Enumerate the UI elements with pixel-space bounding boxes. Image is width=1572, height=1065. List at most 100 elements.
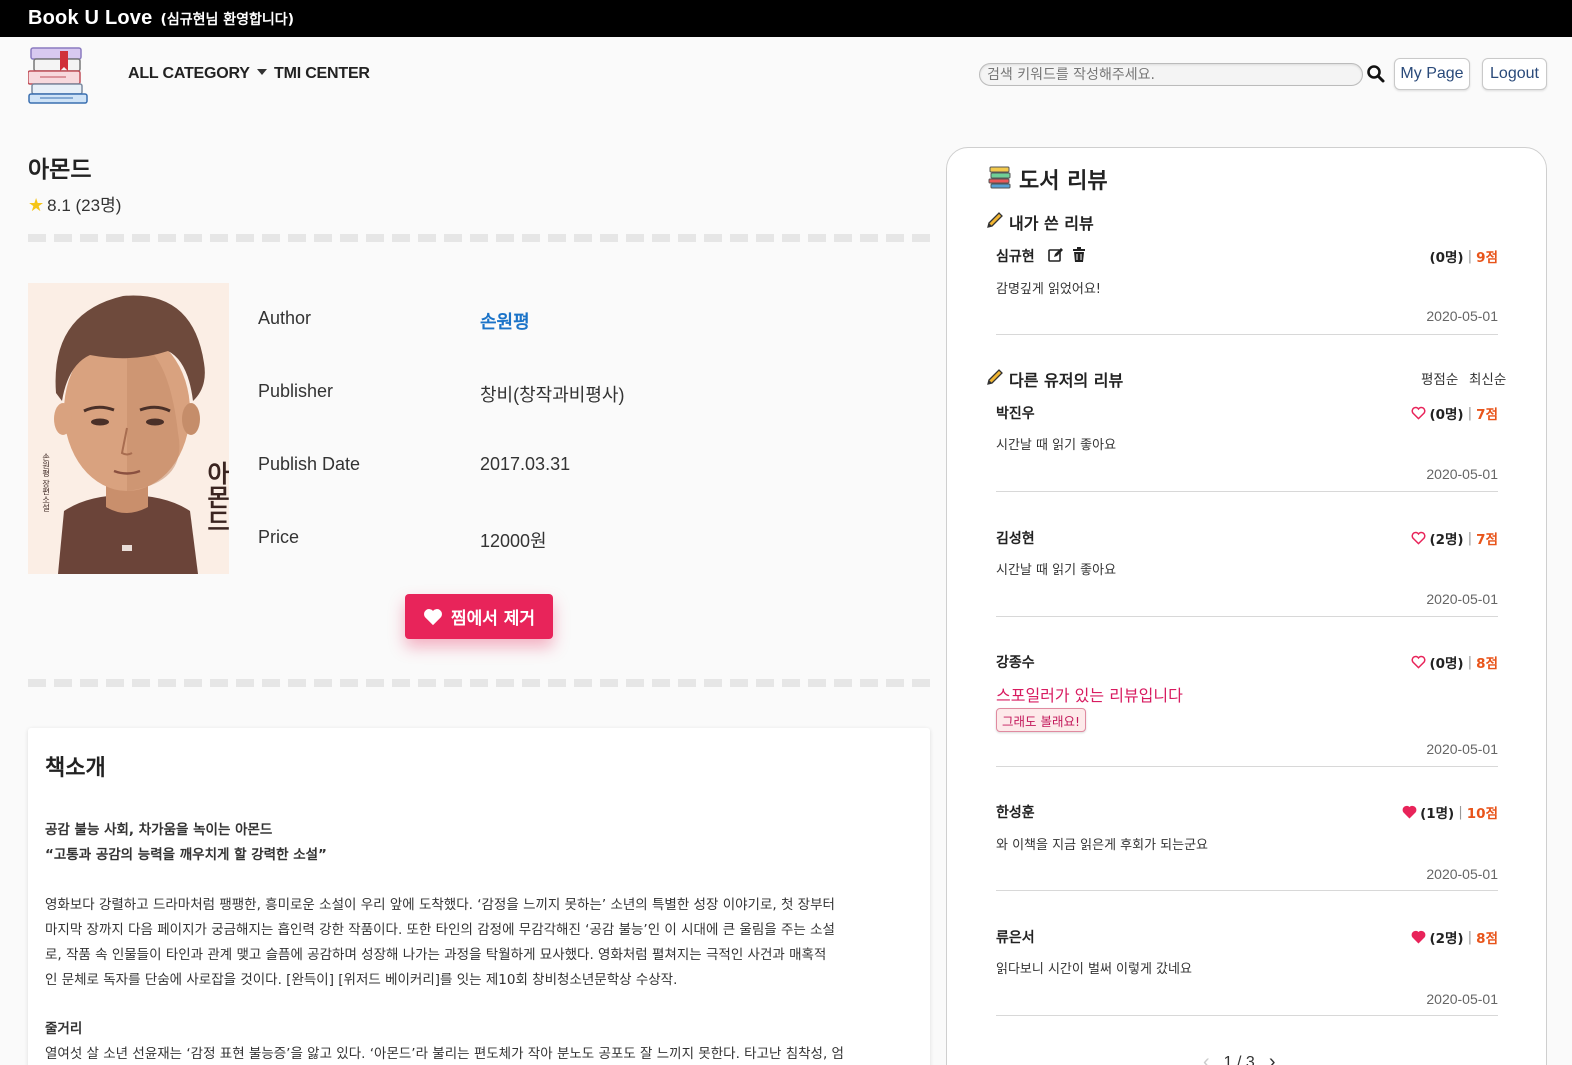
tmi-center-link[interactable]: TMI CENTER — [274, 65, 370, 83]
separator: | — [1467, 654, 1473, 670]
heart-outline-icon[interactable] — [1411, 406, 1426, 420]
like-count: (0명) — [1429, 250, 1464, 266]
divider — [28, 234, 930, 242]
review-score: 8점 — [1476, 656, 1498, 672]
top-bar: Book U Love (심규현님 환영합니다) — [0, 0, 1572, 37]
remove-wishlist-button[interactable]: 찜에서 제거 — [405, 594, 553, 639]
books-icon — [988, 166, 1011, 189]
prev-page-icon[interactable]: ‹ — [1203, 1051, 1210, 1065]
author-link[interactable]: 손원평 — [480, 308, 530, 334]
page-indicator: 1 / 3 — [1223, 1053, 1255, 1065]
reviewer-name: 강종수 — [996, 655, 1035, 671]
intro-title: 책소개 — [45, 756, 106, 781]
show-spoiler-button[interactable]: 그래도 볼래요! — [996, 708, 1086, 732]
all-category-menu[interactable]: ALL CATEGORY — [128, 65, 267, 83]
separator: | — [1467, 929, 1473, 945]
heart-icon — [423, 608, 442, 625]
review-text: 감명깊게 읽었어요! — [996, 282, 1102, 297]
review-text: 시간날 때 읽기 좋아요 — [996, 563, 1117, 578]
heart-filled-icon[interactable] — [1411, 930, 1426, 944]
sort-by-latest[interactable]: 최신순 — [1469, 368, 1506, 388]
publisher-value: 창비(창작과비평사) — [480, 385, 625, 405]
review-date: 2020-05-01 — [1426, 591, 1498, 607]
publish-date-label: Publish Date — [258, 454, 361, 474]
review-item: 한성훈 (1명) | 10점 와 이책을 지금 읽은게 후회가 되는군요 202… — [996, 802, 1498, 891]
review-score: 7점 — [1476, 407, 1498, 423]
review-date: 2020-05-01 — [1426, 308, 1498, 324]
book-title: 아몬드 — [28, 157, 92, 183]
reviewer-name: 류은서 — [996, 930, 1035, 946]
review-text: 시간날 때 읽기 좋아요 — [996, 438, 1117, 453]
publisher-label: Publisher — [258, 381, 334, 401]
review-meta: (2명) | 8점 — [1411, 927, 1498, 947]
like-count: (1명) — [1420, 806, 1455, 822]
publish-date-value: 2017.03.31 — [480, 454, 571, 474]
search-input[interactable] — [979, 63, 1363, 86]
plot-title: 줄거리 — [45, 1021, 83, 1037]
star-icon: ★ — [28, 195, 45, 215]
intro-paragraph-line: 인 문체로 독자를 단숨에 사로잡을 것이다. [완득이] [위저드 베이커리]… — [45, 972, 678, 988]
separator: | — [1467, 248, 1473, 264]
price-value: 12000원 — [480, 531, 547, 551]
review-item: 박진우 (0명) | 7점 시간날 때 읽기 좋아요 2020-05-01 — [996, 403, 1498, 492]
edit-icon[interactable] — [1048, 247, 1064, 267]
all-category-label: ALL CATEGORY — [128, 65, 250, 82]
like-count: (0명) — [1429, 656, 1464, 672]
books-logo-icon[interactable] — [28, 46, 88, 104]
intro-paragraph-line: 로, 작품 속 인물들이 타인과 관계 맺고 슬픔에 공감하며 성장해 나가는 … — [45, 947, 827, 963]
like-count: (2명) — [1429, 532, 1464, 548]
other-reviews-heading: 다른 유저의 리뷰 — [1009, 371, 1124, 390]
book-cover: 아몬드 손원평 장편소설 — [28, 283, 229, 574]
rating-value: 8.1 (23명) — [47, 196, 122, 215]
heart-outline-icon[interactable] — [1411, 531, 1426, 545]
search-icon[interactable] — [1366, 64, 1386, 84]
like-count: (0명) — [1429, 407, 1464, 423]
spoiler-warning: 스포일러가 있는 리뷰입니다 — [996, 686, 1183, 705]
caret-down-icon — [256, 69, 267, 75]
heart-filled-icon[interactable] — [1402, 805, 1417, 819]
intro-headline: “고통과 공감의 능력을 깨우치게 할 강력한 소설” — [45, 847, 327, 863]
separator: | — [1467, 530, 1473, 546]
review-panel: 도서 리뷰 내가 쓴 리뷰 심규현 (0명) | 9점 감명깊게 읽었어요! 2… — [946, 147, 1547, 1065]
heart-outline-icon[interactable] — [1411, 655, 1426, 669]
book-rating: ★ 8.1 (23명) — [28, 191, 121, 216]
cover-title-text: 아몬드 — [202, 461, 229, 533]
next-page-icon[interactable]: › — [1269, 1051, 1276, 1065]
author-label: Author — [258, 308, 312, 328]
intro-paragraph-line: 영화보다 강렬하고 드라마처럼 팽팽한, 흥미로운 소설이 우리 앞에 도착했다… — [45, 897, 835, 913]
pencil-icon — [987, 369, 1003, 385]
remove-wishlist-label: 찜에서 제거 — [450, 609, 536, 629]
logout-button[interactable]: Logout — [1482, 58, 1547, 90]
review-item: 류은서 (2명) | 8점 읽다보니 시간이 벌써 이렇게 갔네요 2020-0… — [996, 927, 1498, 1016]
divider — [28, 679, 930, 687]
brand-title[interactable]: Book U Love — [28, 7, 152, 30]
trash-icon[interactable] — [1072, 247, 1086, 267]
sort-by-rating[interactable]: 평점순 — [1421, 368, 1458, 388]
review-meta: (1명) | 10점 — [1402, 802, 1498, 822]
cover-illustration: 아몬드 손원평 장편소설 — [28, 283, 229, 574]
review-item-spoiler: 강종수 (0명) | 8점 스포일러가 있는 리뷰입니다 그래도 볼래요! 20… — [996, 652, 1498, 767]
reviewer-name: 김성현 — [996, 531, 1035, 547]
navbar: ALL CATEGORY TMI CENTER My Page Logout — [0, 37, 1572, 115]
reviewer-name: 심규현 — [996, 249, 1035, 265]
welcome-message: (심규현님 환영합니다) — [160, 11, 295, 28]
review-meta: (2명) | 7점 — [1411, 528, 1498, 548]
intro-headline: 공감 불능 사회, 차가움을 녹이는 아몬드 — [45, 822, 273, 838]
review-score: 8점 — [1476, 931, 1498, 947]
review-meta: (0명) | 9점 — [1429, 246, 1498, 266]
reviewer-name: 한성훈 — [996, 805, 1035, 821]
review-pagination: ‹ 1 / 3 › — [1203, 1051, 1275, 1065]
review-date: 2020-05-01 — [1426, 991, 1498, 1007]
review-panel-title: 도서 리뷰 — [1019, 169, 1108, 194]
review-meta: (0명) | 7점 — [1411, 403, 1498, 423]
review-date: 2020-05-01 — [1426, 741, 1498, 757]
cover-subtitle-text: 손원평 장편소설 — [41, 453, 50, 512]
review-item: 김성현 (2명) | 7점 시간날 때 읽기 좋아요 2020-05-01 — [996, 528, 1498, 617]
review-text: 와 이책을 지금 읽은게 후회가 되는군요 — [996, 838, 1209, 853]
my-review-item: 심규현 (0명) | 9점 감명깊게 읽었어요! 2020-05-01 — [996, 246, 1498, 335]
like-count: (2명) — [1429, 931, 1464, 947]
review-score: 7점 — [1476, 532, 1498, 548]
my-page-button[interactable]: My Page — [1394, 58, 1470, 90]
separator: | — [1458, 804, 1463, 820]
my-review-heading: 내가 쓴 리뷰 — [1009, 214, 1094, 233]
